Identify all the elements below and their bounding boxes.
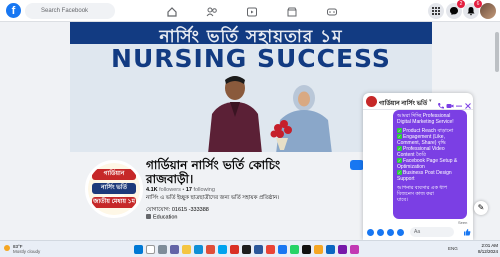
gif-icon[interactable] bbox=[397, 229, 404, 236]
chat-header: গার্ডিয়ান নার্সিং ভর্তি ... ▾ bbox=[363, 93, 473, 110]
weather-icon bbox=[4, 245, 10, 251]
compose-icon: ✎ bbox=[477, 203, 485, 212]
chrome-icon[interactable] bbox=[230, 245, 239, 254]
microphone-icon[interactable] bbox=[367, 229, 374, 236]
video-call-icon[interactable] bbox=[446, 97, 454, 108]
followers-label: followers bbox=[159, 187, 181, 193]
notifications-icon[interactable]: 6 bbox=[463, 0, 482, 19]
message-button[interactable] bbox=[350, 160, 364, 170]
messenger-chat-window: গার্ডিয়ান নার্সিং ভর্তি ... ▾ আমরা দিচ্… bbox=[363, 93, 473, 240]
cover-person-woman bbox=[270, 85, 332, 152]
check-icon: ✓ bbox=[397, 146, 402, 151]
facebook-topbar: f Search Facebook 2 6 bbox=[0, 0, 500, 22]
new-message-button[interactable]: ✎ bbox=[474, 201, 488, 215]
profile-logo-line: গার্ডিয়ান bbox=[92, 169, 136, 180]
word-icon[interactable] bbox=[254, 245, 263, 254]
minimize-icon[interactable] bbox=[455, 97, 463, 107]
store-icon[interactable] bbox=[218, 245, 227, 254]
message-line: Digital Marketing Service! bbox=[397, 119, 454, 125]
menu-grid-icon[interactable] bbox=[428, 3, 444, 19]
image-icon[interactable] bbox=[377, 229, 384, 236]
following-number: 17 bbox=[185, 187, 192, 193]
file-explorer-icon[interactable] bbox=[182, 245, 191, 254]
app-icon[interactable] bbox=[350, 245, 359, 254]
edge-icon[interactable] bbox=[194, 245, 203, 254]
task-view-icon[interactable] bbox=[158, 245, 167, 254]
app-icon[interactable] bbox=[326, 245, 335, 254]
start-icon[interactable] bbox=[134, 245, 143, 254]
gaming-nav-icon[interactable] bbox=[326, 5, 338, 17]
sticker-icon[interactable] bbox=[387, 229, 394, 236]
windows-taskbar: 83°F Mostly cloudy ENG 2:01 AM 8/12/2024 bbox=[0, 240, 500, 257]
media-icon[interactable] bbox=[242, 245, 251, 254]
facebook-taskbar-icon[interactable] bbox=[278, 245, 287, 254]
chat-input-bar: Aa bbox=[363, 225, 473, 240]
like-icon[interactable] bbox=[463, 228, 471, 236]
chat-title[interactable]: গার্ডিয়ান নার্সিং ভর্তি ... bbox=[379, 98, 429, 109]
photos-icon[interactable] bbox=[266, 245, 275, 254]
messenger-icon[interactable]: 2 bbox=[446, 0, 465, 19]
followers-number: 4.1K bbox=[146, 187, 158, 193]
chat-app-icon[interactable] bbox=[170, 245, 179, 254]
message-input[interactable]: Aa bbox=[410, 227, 454, 237]
tray-language[interactable]: ENG bbox=[448, 246, 458, 251]
whatsapp-icon[interactable] bbox=[290, 245, 299, 254]
category-icon bbox=[146, 214, 151, 219]
profile-logo-line: নার্সিং ভর্তি রাজবাড়ী bbox=[92, 183, 136, 202]
scrollbar-thumb[interactable] bbox=[495, 32, 499, 72]
search-taskbar-icon[interactable] bbox=[146, 245, 155, 254]
page-title: গার্ডিয়ান নার্সিং ভর্তি কোচিং রাজবাড়ী। bbox=[146, 158, 281, 186]
facebook-logo[interactable]: f bbox=[6, 3, 21, 18]
page-category: Education bbox=[146, 214, 177, 221]
system-clock[interactable]: 2:01 AM 8/12/2024 bbox=[470, 243, 498, 255]
page-bio: নার্সিং এ ভর্তি ইচ্ছুক ছাত্রছাত্রীদের জন… bbox=[146, 195, 280, 201]
profile-picture-logo: গার্ডিয়ান নার্সিং ভর্তি রাজবাড়ী জাতীয়… bbox=[88, 163, 140, 215]
cover-headline: NURSING SUCCESS bbox=[111, 44, 391, 73]
followers-count[interactable]: 4.1K followers • 17 following bbox=[146, 187, 215, 193]
search-input[interactable]: Search Facebook bbox=[25, 3, 115, 19]
chat-avatar[interactable] bbox=[366, 96, 377, 107]
page-profile-picture[interactable]: গার্ডিয়ান নার্সিং ভর্তি রাজবাড়ী জাতীয়… bbox=[85, 160, 143, 218]
category-label: Education bbox=[153, 214, 178, 221]
tiktok-icon[interactable] bbox=[302, 245, 311, 254]
weather-desc: Mostly cloudy bbox=[13, 249, 41, 254]
chevron-down-icon[interactable]: ▾ bbox=[429, 98, 432, 104]
cover-person-man bbox=[208, 76, 262, 152]
friends-nav-icon[interactable] bbox=[206, 5, 218, 17]
message-line: যাবে। bbox=[397, 197, 408, 203]
check-icon: ✓ bbox=[397, 170, 402, 175]
chat-message-bubble: আমরা দিচ্ছি Professional Digital Marketi… bbox=[393, 110, 467, 219]
check-icon: ✓ bbox=[397, 158, 402, 163]
office-icon[interactable] bbox=[206, 245, 215, 254]
home-nav-icon[interactable] bbox=[166, 5, 178, 17]
following-label: following bbox=[193, 187, 215, 193]
check-icon: ✓ bbox=[397, 134, 402, 139]
video-nav-icon[interactable] bbox=[246, 5, 258, 17]
app-icon[interactable] bbox=[314, 245, 323, 254]
close-icon[interactable] bbox=[464, 97, 472, 109]
profile-logo-line: জাতীয় মেধায় ১ম bbox=[92, 197, 136, 208]
page-scrollbar[interactable] bbox=[494, 22, 500, 240]
account-avatar[interactable] bbox=[480, 3, 496, 19]
clock-date: 8/12/2024 bbox=[477, 249, 498, 254]
phone-call-icon[interactable] bbox=[437, 97, 445, 109]
app-icon[interactable] bbox=[338, 245, 347, 254]
marketplace-nav-icon[interactable] bbox=[286, 5, 298, 17]
check-icon: ✓ bbox=[397, 128, 402, 133]
